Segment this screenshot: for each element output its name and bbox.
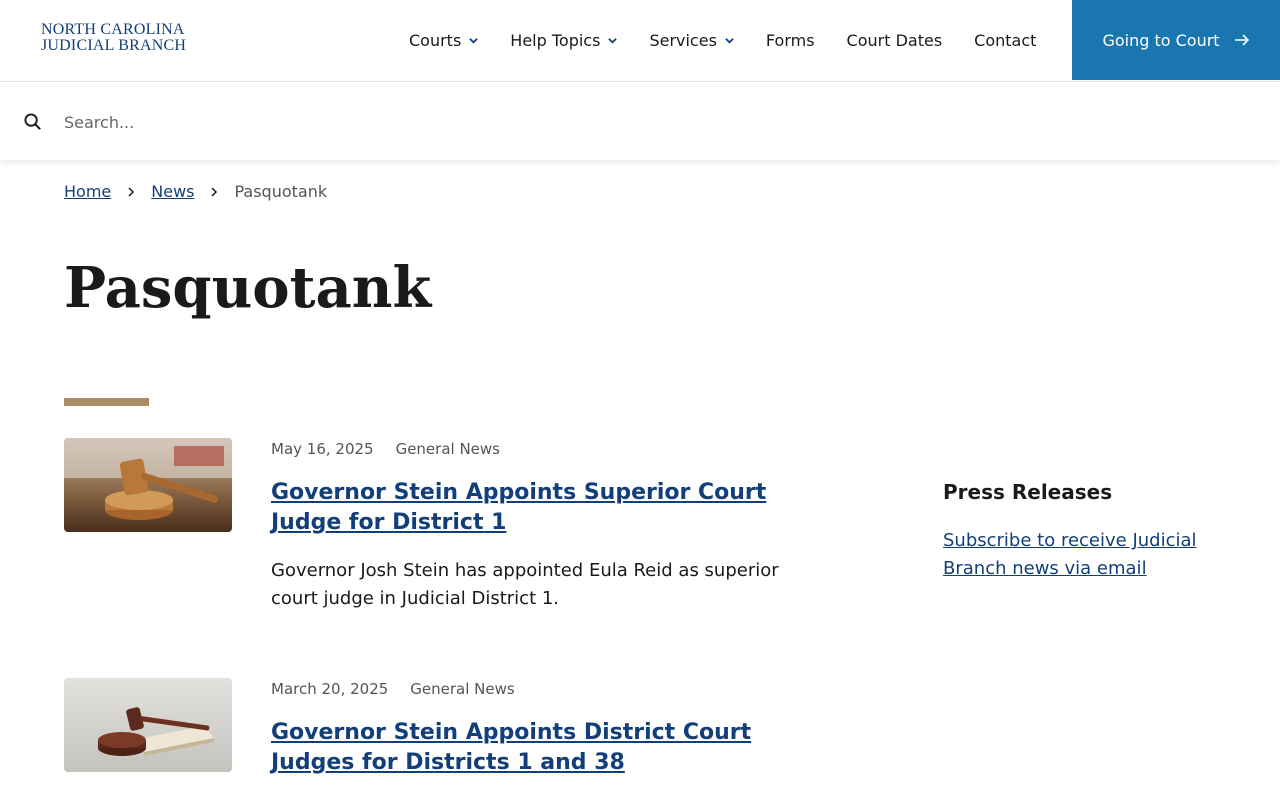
nav-courts-label: Courts: [409, 30, 462, 50]
nav-help-topics[interactable]: Help Topics: [494, 0, 633, 80]
nav-help-topics-label: Help Topics: [510, 30, 601, 50]
search-bar: [0, 81, 1280, 160]
subscribe-news-link[interactable]: Subscribe to receive Judicial Branch new…: [943, 527, 1223, 583]
press-releases-heading: Press Releases: [943, 480, 1113, 504]
news-item-category: General News: [410, 680, 515, 698]
search-icon[interactable]: [24, 113, 41, 130]
news-item-date: March 20, 2025: [271, 680, 389, 698]
arrow-right-icon: [1234, 34, 1249, 46]
search-input[interactable]: [64, 106, 1244, 138]
chevron-right-icon: [211, 186, 218, 197]
page-title: Pasquotank: [64, 255, 432, 321]
news-item-date: May 16, 2025: [271, 440, 374, 458]
going-to-court-label: Going to Court: [1102, 30, 1220, 50]
chevron-down-icon: [608, 37, 618, 44]
news-item-category: General News: [395, 440, 500, 458]
chevron-down-icon: [725, 37, 734, 44]
news-item: May 16, 2025 General News Governor Stein …: [64, 438, 824, 618]
site-header: NORTH CAROLINA JUDICIAL BRANCH Courts He…: [0, 0, 1280, 80]
nav-services[interactable]: Services: [633, 0, 749, 80]
breadcrumb: Home News Pasquotank: [64, 182, 327, 201]
going-to-court-button[interactable]: Going to Court: [1072, 0, 1280, 80]
breadcrumb-news-link[interactable]: News: [151, 182, 194, 201]
nav-contact[interactable]: Contact: [958, 0, 1052, 80]
nav-forms[interactable]: Forms: [750, 0, 831, 80]
news-item-title-link[interactable]: Governor Stein Appoints Superior Court J…: [271, 478, 831, 538]
chevron-right-icon: [128, 186, 135, 197]
nav-courts[interactable]: Courts: [393, 0, 494, 80]
gavel-thumbnail-image[interactable]: [64, 438, 232, 532]
logo-line-1: NORTH CAROLINA: [41, 21, 185, 38]
news-item-meta: May 16, 2025 General News: [271, 440, 500, 458]
logo-line-2: JUDICIAL BRANCH: [41, 37, 187, 54]
nav-court-dates[interactable]: Court Dates: [831, 0, 959, 80]
gavel-book-thumbnail-image[interactable]: [64, 678, 232, 772]
news-item-meta: March 20, 2025 General News: [271, 680, 515, 698]
breadcrumb-home-link[interactable]: Home: [64, 182, 111, 201]
breadcrumb-current: Pasquotank: [234, 182, 328, 201]
site-logo[interactable]: NORTH CAROLINA JUDICIAL BRANCH: [41, 22, 186, 54]
nav-services-label: Services: [649, 30, 717, 50]
accent-divider: [64, 398, 149, 406]
nav-forms-label: Forms: [765, 30, 815, 50]
news-item: March 20, 2025 General News Governor Stei…: [64, 678, 824, 788]
chevron-down-icon: [469, 37, 479, 44]
nav-court-dates-label: Court Dates: [846, 30, 943, 50]
news-item-title-link[interactable]: Governor Stein Appoints District Court J…: [271, 718, 831, 778]
nav-contact-label: Contact: [974, 30, 1037, 50]
news-item-summary: Governor Josh Stein has appointed Eula R…: [271, 560, 779, 609]
main-nav: Courts Help Topics Services Forms Court …: [393, 0, 1052, 80]
